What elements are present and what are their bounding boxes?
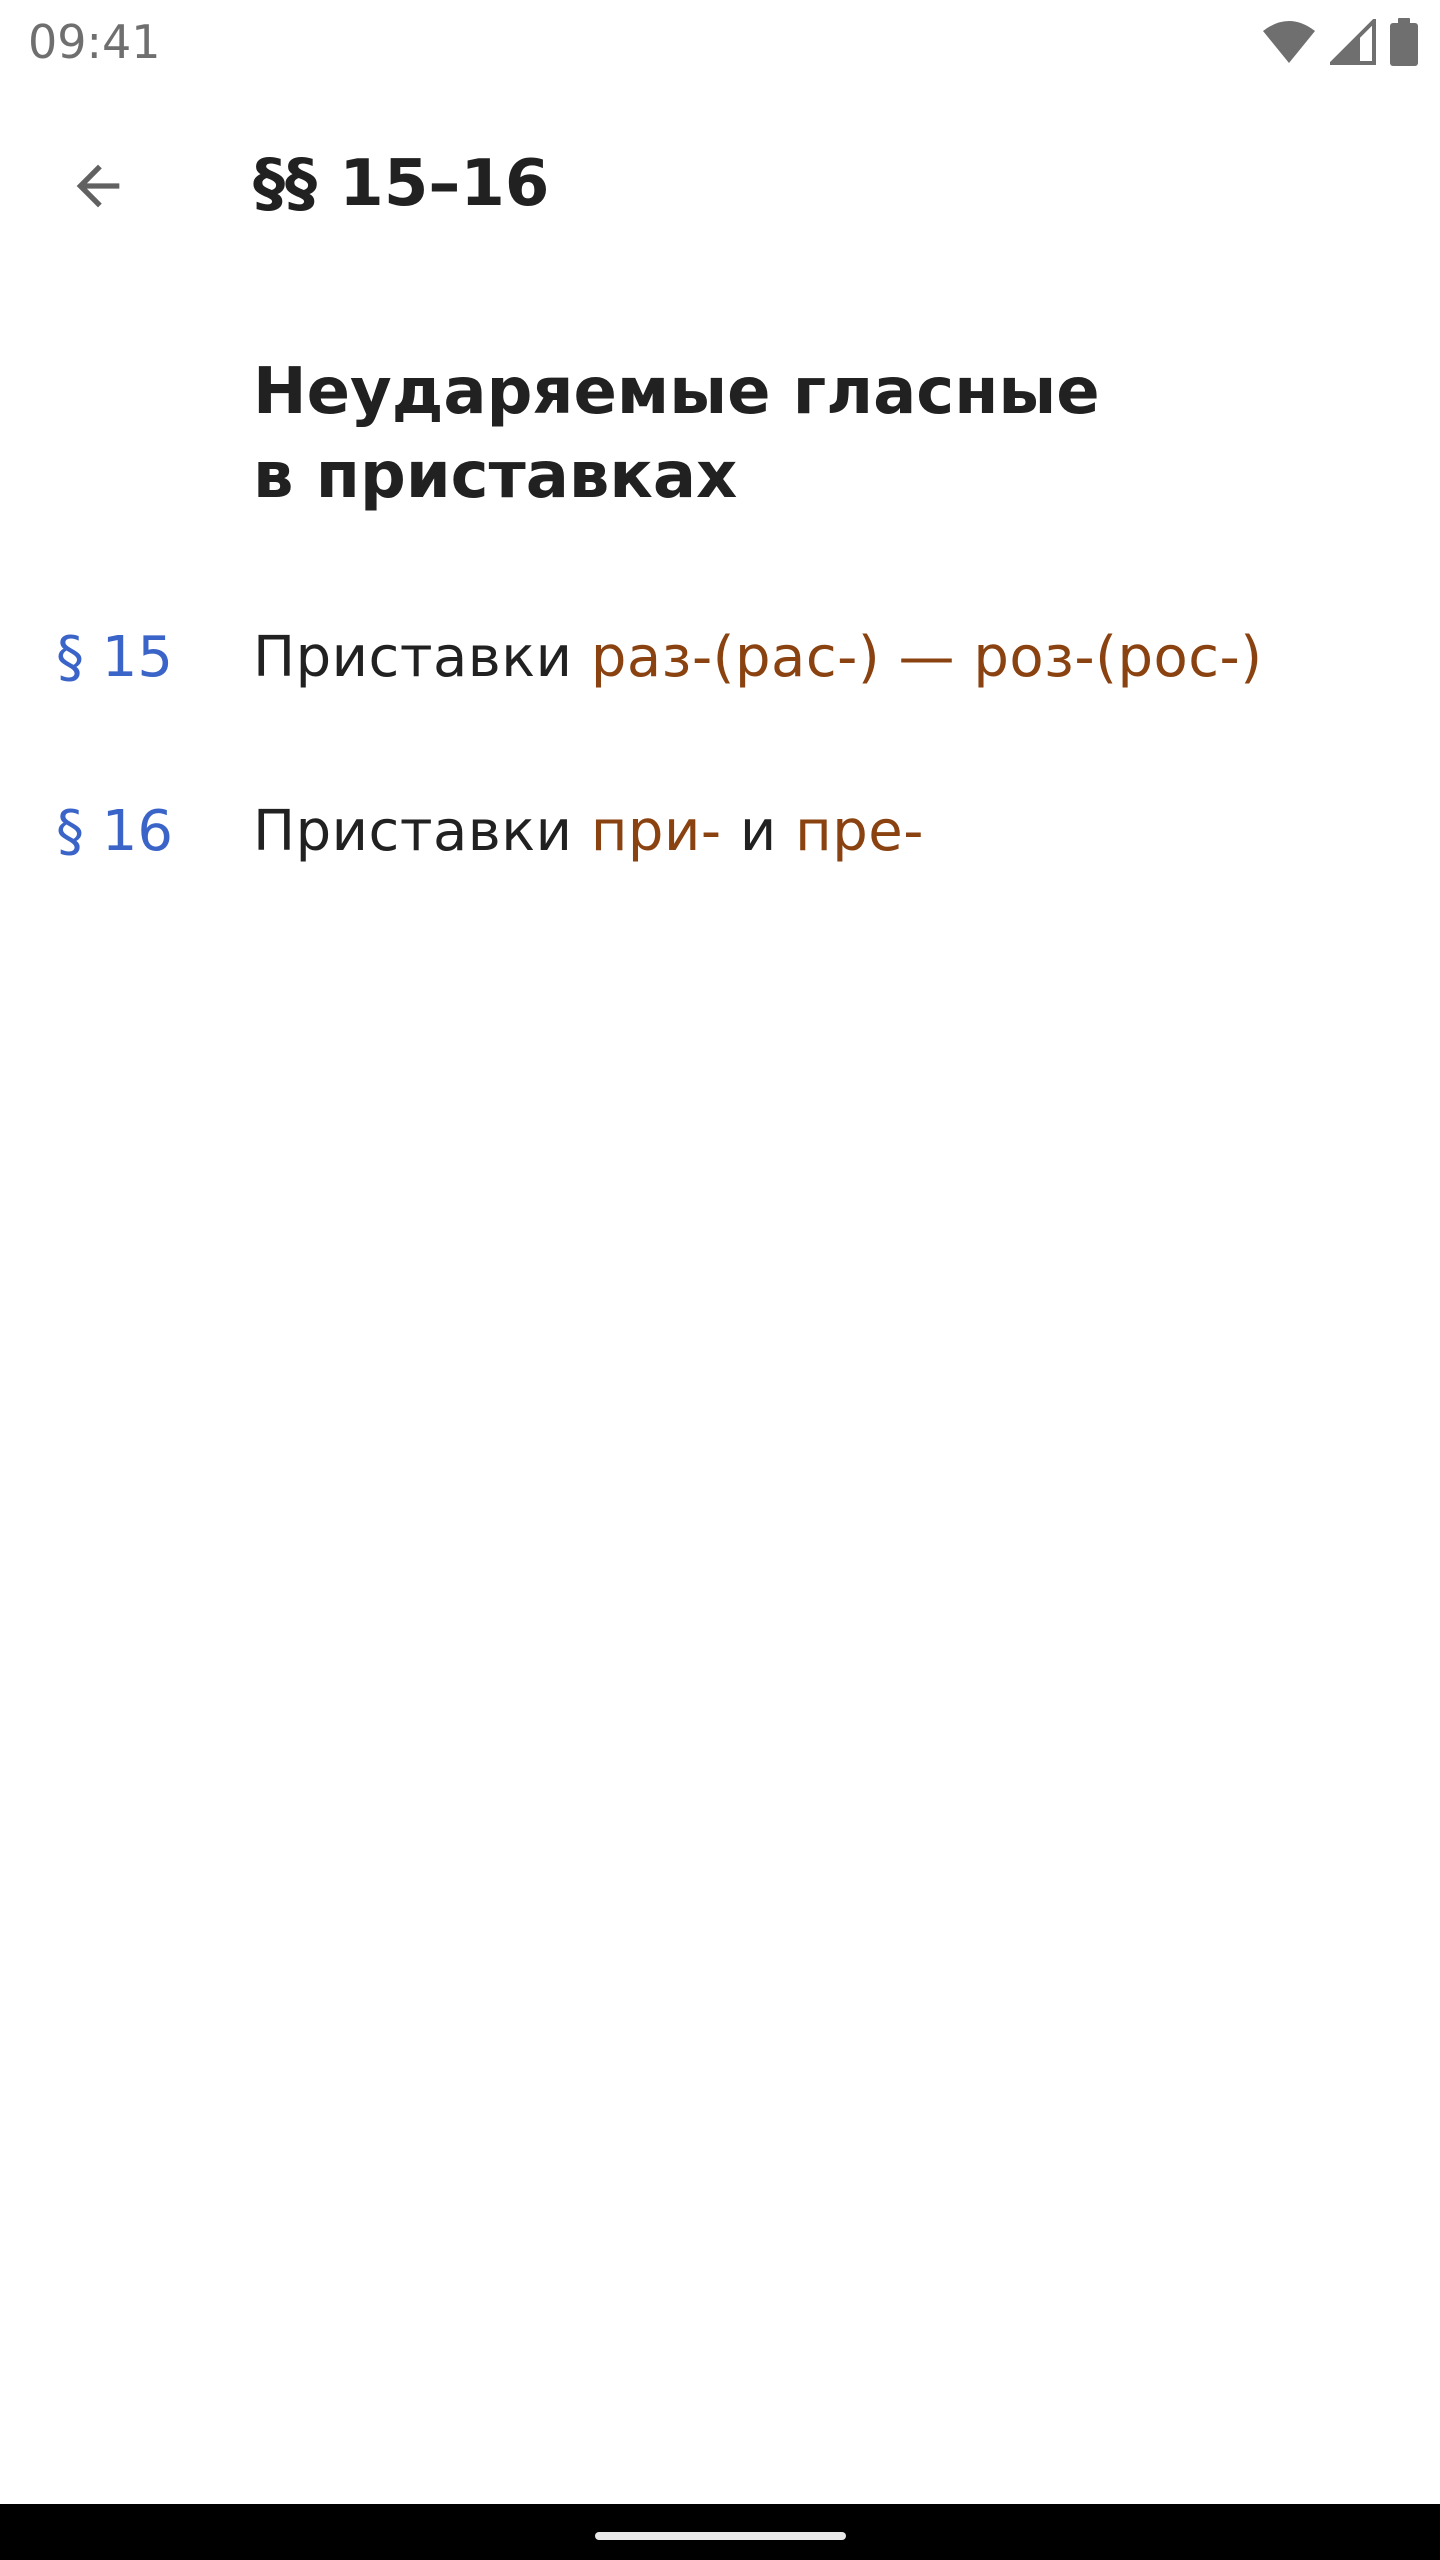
navigation-bar [0,2504,1440,2560]
section-heading: Неударяемые гласные в приставках [253,350,1353,518]
battery-icon [1390,18,1418,66]
rule-item-16[interactable]: § 16 Приставки при- и пре- [0,764,1440,938]
wifi-icon [1262,19,1316,65]
home-indicator[interactable] [595,2532,846,2540]
arrow-back-icon [66,154,130,222]
rule-title-prefix: Приставки [253,625,591,690]
page-title: §§ 15–16 [253,147,550,221]
rule-title-highlight: при- [590,799,722,864]
back-button[interactable] [42,132,154,244]
rule-title-highlight-2: пре- [795,799,924,864]
rule-title-highlight: раз-(рас-) — роз-(рос-) [590,625,1263,690]
section-heading-line-1: Неударяемые гласные [253,355,1100,429]
rule-number: § 15 [56,625,174,690]
status-time: 09:41 [28,15,161,69]
rule-title-connector: и [721,799,796,864]
rule-title: Приставки раз-(рас-) — роз-(рос-) [253,608,1263,708]
section-heading-line-2: в приставках [253,439,738,513]
rule-number: § 16 [56,799,174,864]
app-bar: §§ 15–16 [0,100,1440,270]
status-bar: 09:41 [0,0,1440,84]
rule-title-prefix: Приставки [253,799,591,864]
rule-item-15[interactable]: § 15 Приставки раз-(рас-) — роз-(рос-) [0,590,1440,764]
cellular-signal-icon [1330,19,1376,65]
status-icons [1262,18,1418,66]
rule-title: Приставки при- и пре- [253,782,924,882]
rule-list: § 15 Приставки раз-(рас-) — роз-(рос-) §… [0,590,1440,938]
